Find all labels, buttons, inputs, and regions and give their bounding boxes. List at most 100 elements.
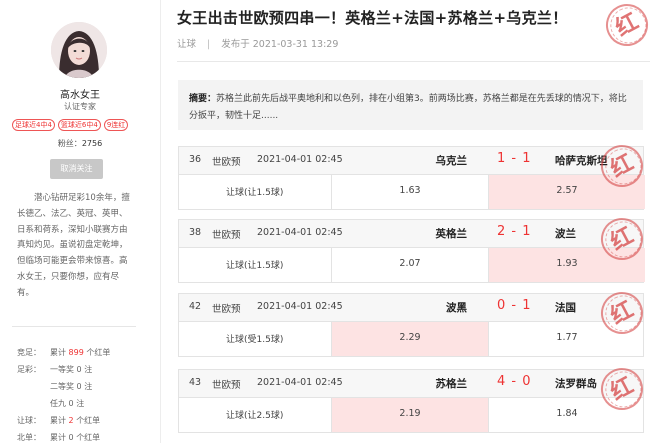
handicap-label: 让球(让1.5球) <box>226 261 284 271</box>
match-score: 4 - 0 <box>497 374 532 389</box>
match-score: 1 - 1 <box>497 151 532 166</box>
match-header-row: 42 世欧预 2021-04-01 02:45 波黑 0 - 1 法国 <box>179 294 643 322</box>
stat-prefix: 任九 <box>50 399 66 408</box>
stat-label: 北单： <box>17 433 41 442</box>
match-card: 42 世欧预 2021-04-01 02:45 波黑 0 - 1 法国 让球(受… <box>178 284 650 357</box>
avatar-portrait-icon <box>51 22 107 78</box>
home-odds: 1.63 <box>399 185 421 196</box>
match-time: 2021-04-01 02:45 <box>257 377 343 388</box>
stat-value: 0 <box>76 382 82 391</box>
match-number: 43 <box>189 377 202 388</box>
match-time: 2021-04-01 02:45 <box>257 301 343 312</box>
match-header-row: 38 世欧预 2021-04-01 02:45 英格兰 2 - 1 波兰 <box>179 220 643 248</box>
summary-text: 苏格兰此前先后战平奥地利和以色列，排在小组第3。前两场比赛，苏格兰都是在先丢球的… <box>189 94 627 121</box>
home-odds-cell: 2.07 <box>331 248 488 282</box>
stat-suffix: 个红单 <box>76 433 101 442</box>
article-title: 女王出击世欧预四串一！英格兰+法国+苏格兰+乌克兰！ <box>177 9 568 27</box>
away-team: 法罗群岛 <box>555 378 597 390</box>
match-odds-row: 让球(让1.5球) 1.63 2.57 <box>179 175 645 209</box>
handicap-label: 让球(让1.5球) <box>226 188 284 198</box>
stat-label: 竞足： <box>17 348 41 357</box>
match-number: 38 <box>189 227 202 238</box>
match-header-row: 43 世欧预 2021-04-01 02:45 苏格兰 4 - 0 法罗群岛 <box>179 370 643 398</box>
stat-value: 0 <box>68 433 74 442</box>
meta-separator: | <box>207 39 211 50</box>
match-league: 世欧预 <box>212 157 241 168</box>
stat-prefix: 一等奖 <box>50 365 74 374</box>
record-tag-streak: 9连红 <box>103 119 129 131</box>
match-league: 世欧预 <box>212 230 241 241</box>
home-odds: 2.07 <box>399 258 421 269</box>
match-score: 0 - 1 <box>497 298 532 313</box>
fans-count: 粉丝：2756 <box>0 138 160 149</box>
home-odds: 2.19 <box>399 408 421 419</box>
stat-suffix: 注 <box>76 399 85 408</box>
record-tag-football: 足球近4中4 <box>12 119 55 131</box>
expert-role: 认证专家 <box>64 102 96 111</box>
stat-prefix: 累计 <box>50 416 66 425</box>
article-meta: 让球 | 发布于 2021-03-31 13:29 <box>177 36 338 50</box>
fans-label: 粉丝： <box>57 139 82 148</box>
stat-rangqiu: 让球： 累计 2 个红单 <box>17 415 100 426</box>
home-odds-cell-picked: 2.19 <box>331 398 488 432</box>
publish-label: 发布于 <box>221 39 250 50</box>
stat-zucai-second: 二等奖 0 注 <box>17 381 92 392</box>
record-tags: 足球近4中4 篮球近6中4 9连红 <box>12 119 160 131</box>
stat-prefix: 累计 <box>50 433 66 442</box>
match-number: 42 <box>189 301 202 312</box>
match-league: 世欧预 <box>212 380 241 391</box>
publish-time: 2021-03-31 13:29 <box>252 39 339 50</box>
stat-prefix: 累计 <box>50 348 66 357</box>
stat-beidan: 北单： 累计 0 个红单 <box>17 432 100 443</box>
stat-value: 899 <box>68 348 84 357</box>
match-number: 36 <box>189 154 202 165</box>
home-odds-cell-picked: 2.29 <box>331 322 488 356</box>
match-card: 36 世欧预 2021-04-01 02:45 乌克兰 1 - 1 哈萨克斯坦 … <box>178 137 650 210</box>
expert-name[interactable]: 高水女王 <box>0 86 160 101</box>
expert-sidebar: 高水女王 认证专家 足球近4中4 篮球近6中4 9连红 粉丝：2756 取消关注… <box>0 0 160 443</box>
sidebar-divider <box>12 326 136 327</box>
handicap-label: 让球(让2.5球) <box>226 411 284 421</box>
stat-suffix: 注 <box>84 382 93 391</box>
summary-label: 摘要： <box>189 94 217 104</box>
header-divider <box>177 61 650 62</box>
stat-value: 0 <box>76 365 82 374</box>
article-summary: 摘要：苏格兰此前先后战平奥地利和以色列，排在小组第3。前两场比赛，苏格兰都是在先… <box>178 80 643 130</box>
stat-renjiu: 任九 0 注 <box>17 398 84 409</box>
match-odds-row: 让球(让2.5球) 2.19 1.84 <box>179 398 643 432</box>
stat-prefix: 二等奖 <box>50 382 74 391</box>
home-odds-cell: 1.63 <box>331 175 488 209</box>
stat-value: 2 <box>68 416 74 425</box>
match-card: 38 世欧预 2021-04-01 02:45 英格兰 2 - 1 波兰 让球(… <box>178 210 650 283</box>
article-main: 女王出击世欧预四串一！英格兰+法国+苏格兰+乌克兰！ 让球 | 发布于 2021-0… <box>160 0 650 443</box>
handicap-label: 让球(受1.5球) <box>226 335 284 345</box>
away-team: 法国 <box>555 302 576 314</box>
match-league: 世欧预 <box>212 304 241 315</box>
home-team: 乌克兰 <box>435 155 468 167</box>
stat-zucai-first: 足彩： 一等奖 0 注 <box>17 364 92 375</box>
stat-jingzu: 竞足： 累计 899 个红单 <box>17 347 110 358</box>
stat-label: 足彩： <box>17 365 41 374</box>
stat-suffix: 个红单 <box>76 416 101 425</box>
stat-suffix: 个红单 <box>86 348 111 357</box>
article-category[interactable]: 让球 <box>177 39 196 50</box>
avatar[interactable] <box>51 22 107 78</box>
match-header-row: 36 世欧预 2021-04-01 02:45 乌克兰 1 - 1 哈萨克斯坦 <box>179 147 643 175</box>
home-team: 英格兰 <box>435 228 468 240</box>
match-odds-row: 让球(让1.5球) 2.07 1.93 <box>179 248 645 282</box>
expert-bio: 潜心钻研足彩10余年，擅长德乙、法乙、英冠、英甲、日系和荷系，深知小联赛方由真知… <box>17 193 130 298</box>
match-card: 43 世欧预 2021-04-01 02:45 苏格兰 4 - 0 法罗群岛 让… <box>178 360 650 433</box>
stat-label: 让球： <box>17 416 41 425</box>
match-score: 2 - 1 <box>497 224 532 239</box>
home-odds: 2.29 <box>399 332 421 343</box>
page: 高水女王 认证专家 足球近4中4 篮球近6中4 9连红 粉丝：2756 取消关注… <box>0 0 650 443</box>
match-odds-row: 让球(受1.5球) 2.29 1.77 <box>179 322 643 356</box>
title-red-stamp-icon: 红 <box>598 0 650 54</box>
match-time: 2021-04-01 02:45 <box>257 154 343 165</box>
stat-value: 0 <box>68 399 74 408</box>
home-team: 苏格兰 <box>435 378 468 390</box>
stat-suffix: 注 <box>84 365 93 374</box>
away-team: 波兰 <box>555 228 576 240</box>
home-team: 波黑 <box>446 302 467 314</box>
unfollow-button[interactable]: 取消关注 <box>50 159 103 179</box>
